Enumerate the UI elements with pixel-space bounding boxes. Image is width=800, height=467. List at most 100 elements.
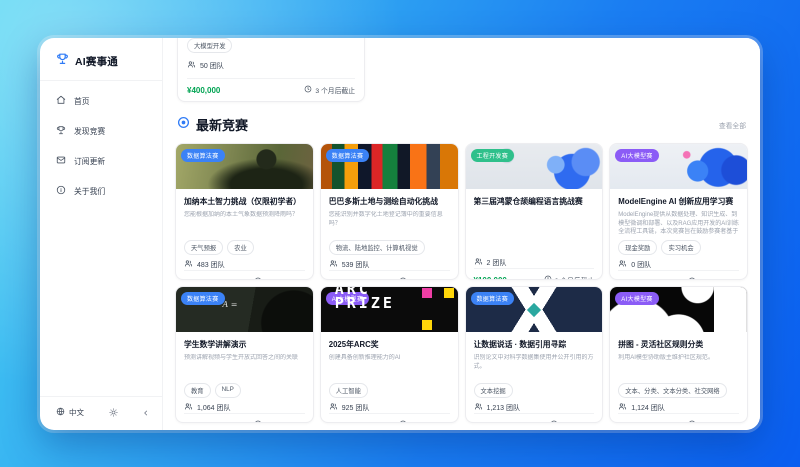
tag-pill: 大模型开发 [187, 38, 233, 53]
competition-title[interactable]: 第三届鸿蒙仓颉编程语言挑战赛 [474, 196, 595, 207]
competition-title[interactable]: 学生数学讲解演示 [184, 339, 305, 350]
team-count: 0 团队 [618, 259, 739, 270]
competition-title[interactable]: 加纳本土智力挑战（仅限初学者） [184, 196, 305, 207]
globe-icon [56, 407, 65, 418]
sidebar-item-subscribe[interactable]: 订阅更新 [50, 155, 152, 167]
competition-tags: 文本挖掘 [473, 383, 595, 398]
competition-type-badge: 数据算法赛 [325, 149, 370, 162]
prize-amount: ¥7,200,000 [329, 421, 369, 423]
deadline: 2 个月后截止 [399, 277, 450, 279]
app-logo[interactable]: AI赛事通 [40, 38, 162, 81]
teams-icon [184, 259, 193, 270]
deadline-label: 2 个月后截止 [265, 420, 305, 422]
deadline-label: 3 个月后截止 [315, 88, 355, 95]
competition-title[interactable]: 让数据说话 · 数据引用寻踪 [474, 339, 595, 350]
prize-amount: ¥72,000 [329, 278, 358, 280]
cover-art-text: A = [222, 299, 238, 309]
competition-type-badge: 工程开发赛 [470, 149, 515, 162]
teams-icon [187, 60, 196, 71]
competition-card[interactable]: 数据算法赛 巴巴多斯土地与测绘自动化挑战 您能识别并数字化土地登记簿中的重要信息… [319, 143, 459, 280]
collapse-sidebar-icon[interactable] [142, 409, 150, 417]
theme-toggle-icon[interactable] [108, 408, 118, 417]
clock-icon [399, 277, 407, 279]
mail-icon [56, 155, 66, 167]
competition-tags: 天气预报 农业 [184, 240, 305, 255]
competition-card[interactable]: 数据算法赛 A = 学生数学讲解演示 预测讲解视频与学生开放式回答之间的关联 教… [175, 286, 314, 423]
clock-icon [399, 420, 407, 422]
teams-icon [474, 257, 483, 268]
competition-card[interactable]: AI大模型赛 拼图 - 灵活社区规则分类 利用AI模型协助版主维护社区规范。 文… [609, 286, 748, 423]
competition-description: 您能识别并数字化土地登记簿中的重要信息吗？ [328, 212, 443, 227]
competition-card[interactable]: 数据算法赛 加纳本土智力挑战（仅限初学者） 您能根据加纳的本土气象数据预测降雨吗… [175, 143, 314, 280]
prize-amount: ¥400,000 [187, 85, 221, 95]
competition-tags [474, 240, 595, 253]
sidebar-item-label: 关于我们 [74, 186, 106, 196]
team-count-label: 1,124 团队 [631, 404, 665, 412]
tag-pill: 人工智能 [328, 383, 368, 398]
clock-icon [688, 420, 696, 422]
deadline: 6 天后截止 [550, 420, 594, 422]
clock-icon [254, 277, 262, 279]
competition-tags: 现金奖励 实习机会 [618, 240, 739, 255]
team-count-label: 483 团队 [197, 261, 225, 269]
sidebar: AI赛事通 首页 发现竞赛 订阅更新 关于我们 中文 [40, 38, 163, 430]
team-count-label: 50 团队 [200, 62, 224, 70]
competition-card[interactable]: 数据算法赛 让数据说话 · 数据引用寻踪 识别论文中对科学数据集使用并公开引用的… [464, 286, 604, 423]
language-switcher[interactable]: 中文 [56, 407, 84, 418]
teams-icon [618, 259, 627, 270]
deadline: 3 个月后截止 [304, 85, 355, 95]
prize-amount: ¥720,000 [474, 421, 507, 423]
deadline: 3 个月后截止 [399, 420, 450, 422]
team-count: 1,064 团队 [184, 402, 305, 413]
tag-pill: 物流、陆地监控、计算机视觉 [328, 240, 425, 255]
deadline: 2 个月后截止 [254, 277, 305, 279]
competition-title[interactable]: 2025年ARC奖 [329, 339, 450, 350]
teams-icon [329, 259, 338, 270]
sidebar-item-home[interactable]: 首页 [50, 95, 152, 107]
clock-icon [254, 420, 262, 422]
prize-amount: ¥18,000 [184, 278, 213, 280]
app-window: AI赛事通 首页 发现竞赛 订阅更新 关于我们 中文 大模型开发 50 团队 ¥… [40, 38, 760, 430]
home-icon [56, 95, 66, 107]
competition-title[interactable]: ModelEngine AI 创新应用学习赛 [618, 196, 739, 207]
scrolled-competition-card[interactable]: 大模型开发 50 团队 ¥400,000 3 个月后截止 [177, 38, 365, 102]
competition-title[interactable]: 拼图 - 灵活社区规则分类 [618, 339, 739, 350]
main-content: 大模型开发 50 团队 ¥400,000 3 个月后截止 最新竞赛 查看全部 数… [163, 38, 760, 430]
competition-card[interactable]: AI大模型赛 ARC PRIZE 2025年ARC奖 创建具备创新推理能力的AI… [319, 286, 459, 423]
competition-tags: 文本、分类、文本分类、社交网络 [618, 383, 739, 398]
sidebar-nav: 首页 发现竞赛 订阅更新 关于我们 [40, 81, 162, 396]
team-count-label: 0 团队 [631, 261, 652, 269]
competition-card[interactable]: 工程开发赛 第三届鸿蒙仓颉编程语言挑战赛 2 团队 ¥100,000 [464, 143, 604, 280]
team-count: 1,213 团队 [474, 402, 595, 413]
team-count-label: 925 团队 [341, 404, 370, 412]
clock-icon [304, 85, 312, 95]
competition-title[interactable]: 巴巴多斯土地与测绘自动化挑战 [329, 196, 450, 207]
competition-description: 您能根据加纳的本土气象数据预测降雨吗？ [184, 212, 299, 218]
app-title: AI赛事通 [75, 55, 118, 68]
competition-description: 利用AI模型协助版主维护社区规范。 [618, 355, 714, 361]
team-count-label: 1,213 团队 [486, 404, 520, 412]
deadline: 2 个月后截止 [688, 420, 739, 422]
view-all-link[interactable]: 查看全部 [719, 120, 746, 130]
deadline-label: 2 个月后截止 [699, 420, 739, 422]
trophy-icon [56, 52, 69, 70]
competition-description: 创建具备创新推理能力的AI [328, 355, 401, 361]
competition-type-badge: AI大模型赛 [615, 149, 659, 162]
competition-description: 预测讲解视频与学生开放式回答之间的关联 [184, 355, 299, 361]
competition-cover-image: AI大模型赛 [610, 144, 747, 189]
team-count-label: 2 团队 [486, 259, 507, 267]
sidebar-item-discover[interactable]: 发现竞赛 [50, 125, 152, 137]
section-title: 最新竞赛 [196, 118, 249, 133]
competition-cover-image: AI大模型赛 ARC PRIZE [320, 287, 458, 332]
prize-amount: ¥720,000 [618, 421, 651, 423]
clock-icon [550, 420, 558, 422]
competition-card[interactable]: AI大模型赛 ModelEngine AI 创新应用学习赛 ModelEngin… [609, 143, 748, 280]
sidebar-item-about[interactable]: 关于我们 [50, 185, 152, 197]
section-icon [177, 116, 190, 134]
tag-pill: NLP [214, 383, 241, 398]
deadline-label: 2 个月后截止 [555, 275, 595, 279]
sidebar-item-label: 订阅更新 [74, 156, 106, 166]
team-count: 1,124 团队 [618, 402, 739, 413]
deadline-label: 3 个月后截止 [699, 277, 739, 279]
teams-icon [618, 402, 627, 413]
